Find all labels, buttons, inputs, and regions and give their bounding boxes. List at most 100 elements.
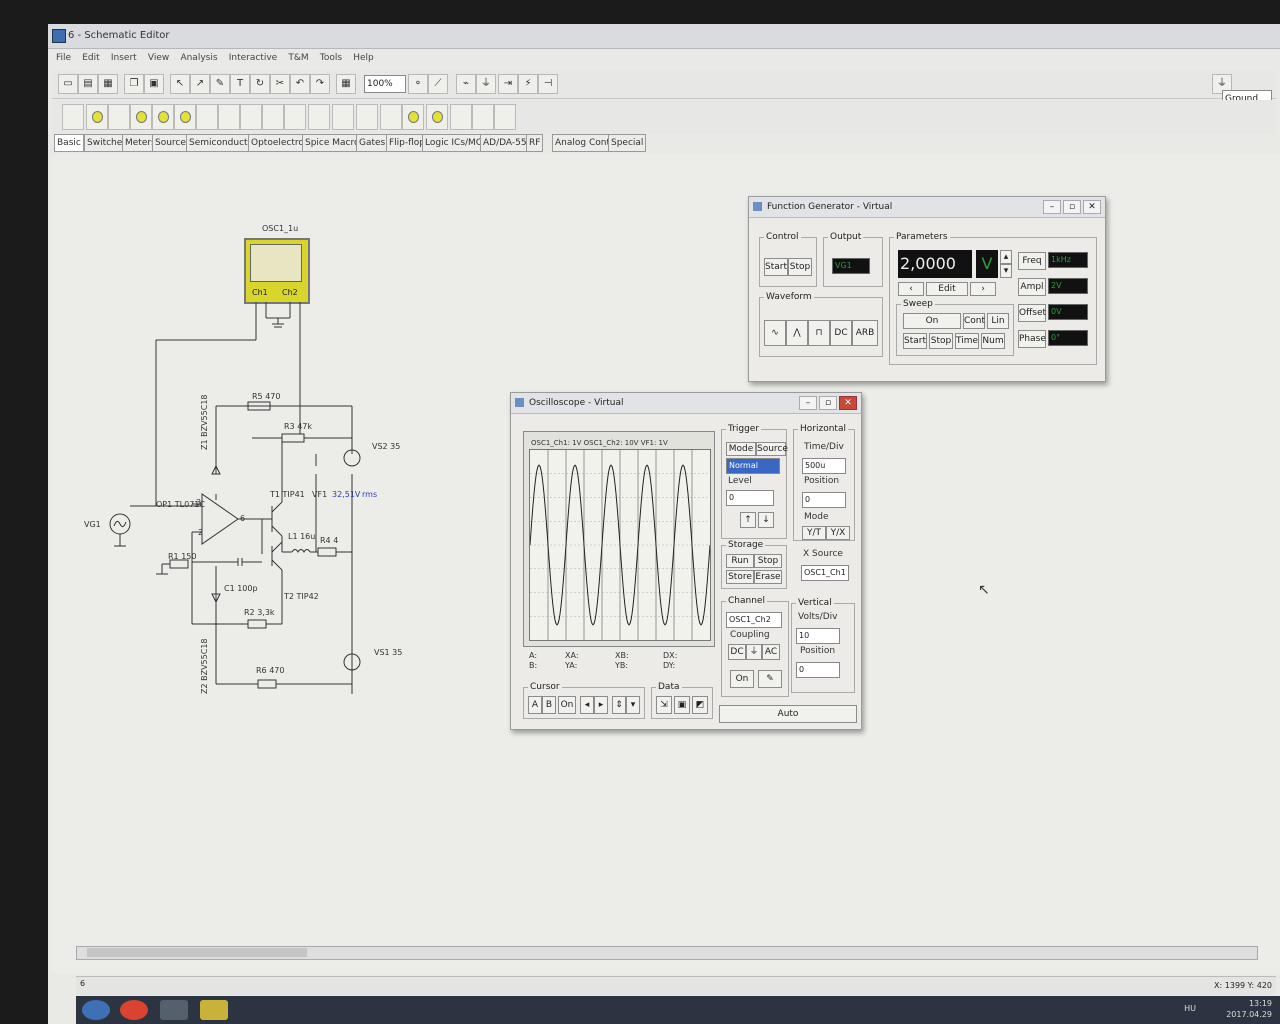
pencil-icon[interactable]: ✎ xyxy=(210,74,230,94)
meter-icon[interactable] xyxy=(426,104,448,130)
schematic-canvas[interactable]: OSC1_1u Ch1 Ch2 VG1 OP1 TL071C 3 2 6 R5 … xyxy=(52,154,1280,974)
close-button[interactable]: ✕ xyxy=(1083,200,1101,214)
start-button-icon[interactable] xyxy=(82,1000,110,1020)
oscilloscope-window[interactable]: Oscilloscope - Virtual – ▫ ✕ OSC1_Ch1: 1… xyxy=(510,392,862,730)
scope-minimize-button[interactable]: – xyxy=(799,396,817,410)
capacitor-icon[interactable] xyxy=(218,104,240,130)
ac-coupling-button[interactable]: AC xyxy=(762,644,780,660)
component-18-icon[interactable] xyxy=(472,104,494,130)
component-10-icon[interactable] xyxy=(284,104,306,130)
function-generator-window[interactable]: Function Generator - Virtual – ▫ ✕ Contr… xyxy=(748,196,1106,382)
scrollbar-thumb[interactable] xyxy=(87,948,307,957)
time-button[interactable]: Time xyxy=(955,333,979,349)
stop-button[interactable]: Stop xyxy=(754,554,782,568)
phase-button[interactable]: Phase xyxy=(1018,330,1046,348)
scope-maximize-button[interactable]: ▫ xyxy=(819,396,837,410)
falling-edge-icon[interactable]: ↓ xyxy=(758,512,774,528)
menu-insert[interactable]: Insert xyxy=(111,50,137,66)
open-icon[interactable]: ▤ xyxy=(78,74,98,94)
resistor-icon[interactable] xyxy=(196,104,218,130)
rising-edge-icon[interactable]: ↑ xyxy=(740,512,756,528)
component-14-icon[interactable] xyxy=(380,104,402,130)
component-19-icon[interactable] xyxy=(494,104,516,130)
lin-button[interactable]: Lin xyxy=(987,313,1009,329)
scope-titlebar[interactable]: Oscilloscope - Virtual – ▫ ✕ xyxy=(511,393,861,414)
analysis-ac-icon[interactable]: ⚬ xyxy=(408,74,428,94)
stop-icon[interactable]: ⊣ xyxy=(538,74,558,94)
erase-button[interactable]: Erase xyxy=(754,570,782,584)
dc-coupling-button[interactable]: DC xyxy=(728,644,746,660)
vpos-input[interactable]: 0 xyxy=(796,662,840,678)
minimize-button[interactable]: – xyxy=(1043,200,1061,214)
component-1-icon[interactable] xyxy=(86,104,108,130)
menu-file[interactable]: File xyxy=(56,50,71,66)
transformer-icon[interactable] xyxy=(308,104,330,130)
square-wave-icon[interactable]: ⊓ xyxy=(808,320,830,346)
component-13-icon[interactable] xyxy=(356,104,378,130)
ampl-button[interactable]: Ampl xyxy=(1018,278,1046,296)
trigger-source-button[interactable]: Source xyxy=(756,442,788,456)
menu-tools[interactable]: Tools xyxy=(320,50,342,66)
dc-analysis-icon[interactable]: ⏚ xyxy=(476,74,496,94)
redo-icon[interactable]: ↷ xyxy=(310,74,330,94)
param-down-icon[interactable]: ▾ xyxy=(1000,264,1012,278)
schematic-editor-taskbar-icon[interactable] xyxy=(200,1000,228,1020)
menu-interactive[interactable]: Interactive xyxy=(229,50,277,66)
save-icon[interactable]: ▦ xyxy=(98,74,118,94)
data-export-icon[interactable]: ⇲ xyxy=(656,696,672,714)
cursor-right-icon[interactable]: ▸ xyxy=(594,696,608,714)
trigger-mode-button[interactable]: Mode xyxy=(726,442,756,456)
yx-button[interactable]: Y/X xyxy=(826,526,850,540)
output-select[interactable]: VG1 xyxy=(832,258,870,274)
horizontal-scrollbar[interactable] xyxy=(76,946,1258,960)
funcgen-stop-button[interactable]: Stop xyxy=(788,258,812,276)
menu-analysis[interactable]: Analysis xyxy=(180,50,217,66)
cursor-on-button[interactable]: On xyxy=(558,696,576,714)
cursor-down-icon[interactable]: ▾ xyxy=(626,696,640,714)
funcgen-titlebar[interactable]: Function Generator - Virtual – ▫ ✕ xyxy=(749,197,1105,218)
trigger-mode-select[interactable]: Normal xyxy=(726,458,780,474)
menu-tm[interactable]: T&M xyxy=(288,50,308,66)
cut-icon[interactable]: ✂ xyxy=(270,74,290,94)
paste-icon[interactable]: ▣ xyxy=(144,74,164,94)
sweep-stop-button[interactable]: Stop xyxy=(929,333,953,349)
tab-gates[interactable]: Gates xyxy=(356,134,389,152)
text-tool-icon[interactable]: T xyxy=(230,74,250,94)
sweep-on-button[interactable]: On xyxy=(903,313,961,329)
component-5-icon[interactable] xyxy=(174,104,196,130)
tab-special[interactable]: Special xyxy=(608,134,647,152)
switch-icon[interactable] xyxy=(240,104,262,130)
sweep-start-button[interactable]: Start xyxy=(903,333,927,349)
copy-icon[interactable]: ❐ xyxy=(124,74,144,94)
data-save-icon[interactable]: ▣ xyxy=(674,696,690,714)
zoom-select[interactable]: 100% xyxy=(364,75,406,93)
rotate-icon[interactable]: ↻ xyxy=(250,74,270,94)
menu-view[interactable]: View xyxy=(148,50,169,66)
component-12-icon[interactable] xyxy=(332,104,354,130)
scope-waveform-display[interactable] xyxy=(529,449,711,641)
clock[interactable]: 13:19 2017.04.29 xyxy=(1226,998,1272,1020)
edit-button[interactable]: Edit xyxy=(926,282,968,296)
probe-icon[interactable]: ⟋ xyxy=(428,74,448,94)
timediv-input[interactable]: 500u xyxy=(802,458,846,474)
store-button[interactable]: Store xyxy=(726,570,754,584)
freq-button[interactable]: Freq xyxy=(1018,252,1046,270)
menu-help[interactable]: Help xyxy=(353,50,374,66)
cursor-b-button[interactable]: B xyxy=(542,696,556,714)
component-3-icon[interactable] xyxy=(130,104,152,130)
dc-button[interactable]: DC xyxy=(830,320,852,346)
tab-rf[interactable]: RF xyxy=(526,134,544,152)
level-input[interactable]: 0 xyxy=(726,490,774,506)
component-2-icon[interactable] xyxy=(108,104,130,130)
param-left-icon[interactable]: ‹ xyxy=(898,282,924,296)
channel-on-button[interactable]: On xyxy=(730,670,754,688)
param-right-icon[interactable]: › xyxy=(970,282,996,296)
undo-icon[interactable]: ↶ xyxy=(290,74,310,94)
ground-coupling-icon[interactable]: ⏚ xyxy=(746,644,762,660)
component-9-icon[interactable] xyxy=(262,104,284,130)
auto-button[interactable]: Auto xyxy=(719,705,857,723)
run-button[interactable]: Run xyxy=(726,554,754,568)
probe-pencil-icon[interactable]: ✎ xyxy=(758,670,782,688)
component-4-icon[interactable] xyxy=(152,104,174,130)
tab-basic[interactable]: Basic xyxy=(54,134,84,152)
